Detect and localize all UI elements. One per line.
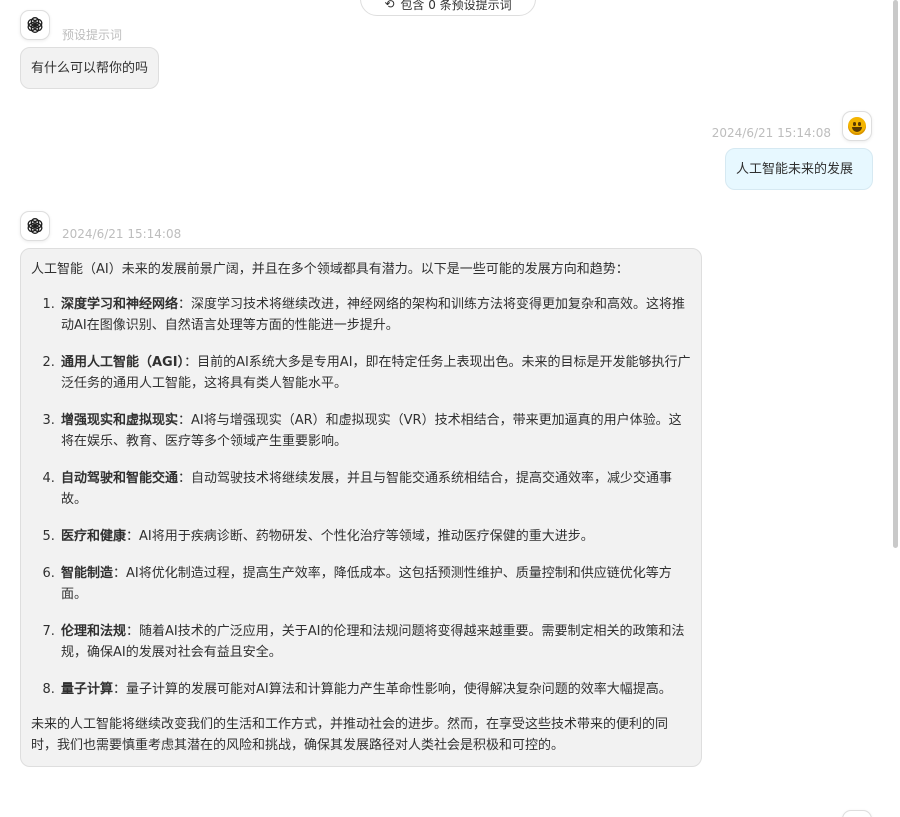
list-item-title: 自动驾驶和智能交通 <box>61 471 179 486</box>
message-meta: 2024/6/21 15:14:08 <box>62 227 182 241</box>
user-avatar <box>842 810 872 817</box>
list-item-title: 通用人工智能（AGI） <box>61 355 185 370</box>
list-item-title: 量子计算 <box>61 682 114 697</box>
message-meta: 预设提示词 <box>62 28 123 42</box>
answer-intro: 人工智能（AI）未来的发展前景广阔，并且在多个领域都具有潜力。以下是一些可能的发… <box>31 262 629 277</box>
list-item-text: ：量子计算的发展可能对AI算法和计算能力产生革命性影响，使得解决复杂问题的效率大… <box>113 682 672 697</box>
user-message-bubble: 人工智能未来的发展 <box>725 148 873 190</box>
list-item-title: 智能制造 <box>61 566 114 581</box>
list-item-title: 伦理和法规 <box>61 624 127 639</box>
list-item-text: ：AI将用于疾病诊断、药物研发、个性化治疗等领域，推动医疗保健的重大进步。 <box>126 529 594 544</box>
list-item: 医疗和健康：AI将用于疾病诊断、药物研发、个性化治疗等领域，推动医疗保健的重大进… <box>59 526 691 547</box>
list-item: 深度学习和神经网络：深度学习技术将继续改进，神经网络的架构和训练方法将变得更加复… <box>59 294 691 336</box>
list-item-text: ：AI将优化制造过程，提高生产效率，降低成本。这包括预测性维护、质量控制和供应链… <box>61 566 672 602</box>
answer-list: 深度学习和神经网络：深度学习技术将继续改进，神经网络的架构和训练方法将变得更加复… <box>31 294 691 700</box>
preset-prompts-label: 包含 0 条预设提示词 <box>400 0 512 12</box>
scrollbar[interactable] <box>893 0 898 548</box>
list-item: 自动驾驶和智能交通：自动驾驶技术将继续发展，并且与智能交通系统相结合，提高交通效… <box>59 468 691 510</box>
openai-logo-icon <box>27 218 43 234</box>
list-item-title: 增强现实和虚拟现实 <box>61 413 179 428</box>
list-item: 增强现实和虚拟现实：AI将与增强现实（AR）和虚拟现实（VR）技术相结合，带来更… <box>59 410 691 452</box>
refresh-icon: ⟲ <box>384 0 395 11</box>
list-item-title: 医疗和健康 <box>61 529 127 544</box>
chat-page: ⟲ 包含 0 条预设提示词 预设提示词 有什么可以帮你的吗 2024/6/21 … <box>0 0 900 817</box>
list-item: 量子计算：量子计算的发展可能对AI算法和计算能力产生革命性影响，使得解决复杂问题… <box>59 679 691 700</box>
message-meta: 2024/6/21 15:14:08 <box>711 126 831 140</box>
assistant-message-bubble: 有什么可以帮你的吗 <box>20 47 160 89</box>
smiley-emoji-icon <box>848 117 866 135</box>
list-item: 伦理和法规：随着AI技术的广泛应用，关于AI的伦理和法规问题将变得越来越重要。需… <box>59 621 691 663</box>
assistant-avatar <box>20 10 50 40</box>
user-avatar <box>842 111 872 141</box>
list-item: 智能制造：AI将优化制造过程，提高生产效率，降低成本。这包括预测性维护、质量控制… <box>59 563 691 605</box>
assistant-answer-bubble: 人工智能（AI）未来的发展前景广阔，并且在多个领域都具有潜力。以下是一些可能的发… <box>20 248 702 767</box>
answer-outro: 未来的人工智能将继续改变我们的生活和工作方式，并推动社会的进步。然而，在享受这些… <box>31 717 669 753</box>
preset-prompts-pill[interactable]: ⟲ 包含 0 条预设提示词 <box>360 0 536 16</box>
list-item-title: 深度学习和神经网络 <box>61 297 179 312</box>
message-text: 人工智能未来的发展 <box>736 162 854 177</box>
openai-logo-icon <box>27 17 43 33</box>
list-item-text: ：随着AI技术的广泛应用，关于AI的伦理和法规问题将变得越来越重要。需要制定相关… <box>61 624 685 660</box>
list-item: 通用人工智能（AGI）：目前的AI系统大多是专用AI，即在特定任务上表现出色。未… <box>59 352 691 394</box>
assistant-avatar <box>20 211 50 241</box>
message-text: 有什么可以帮你的吗 <box>31 61 149 76</box>
